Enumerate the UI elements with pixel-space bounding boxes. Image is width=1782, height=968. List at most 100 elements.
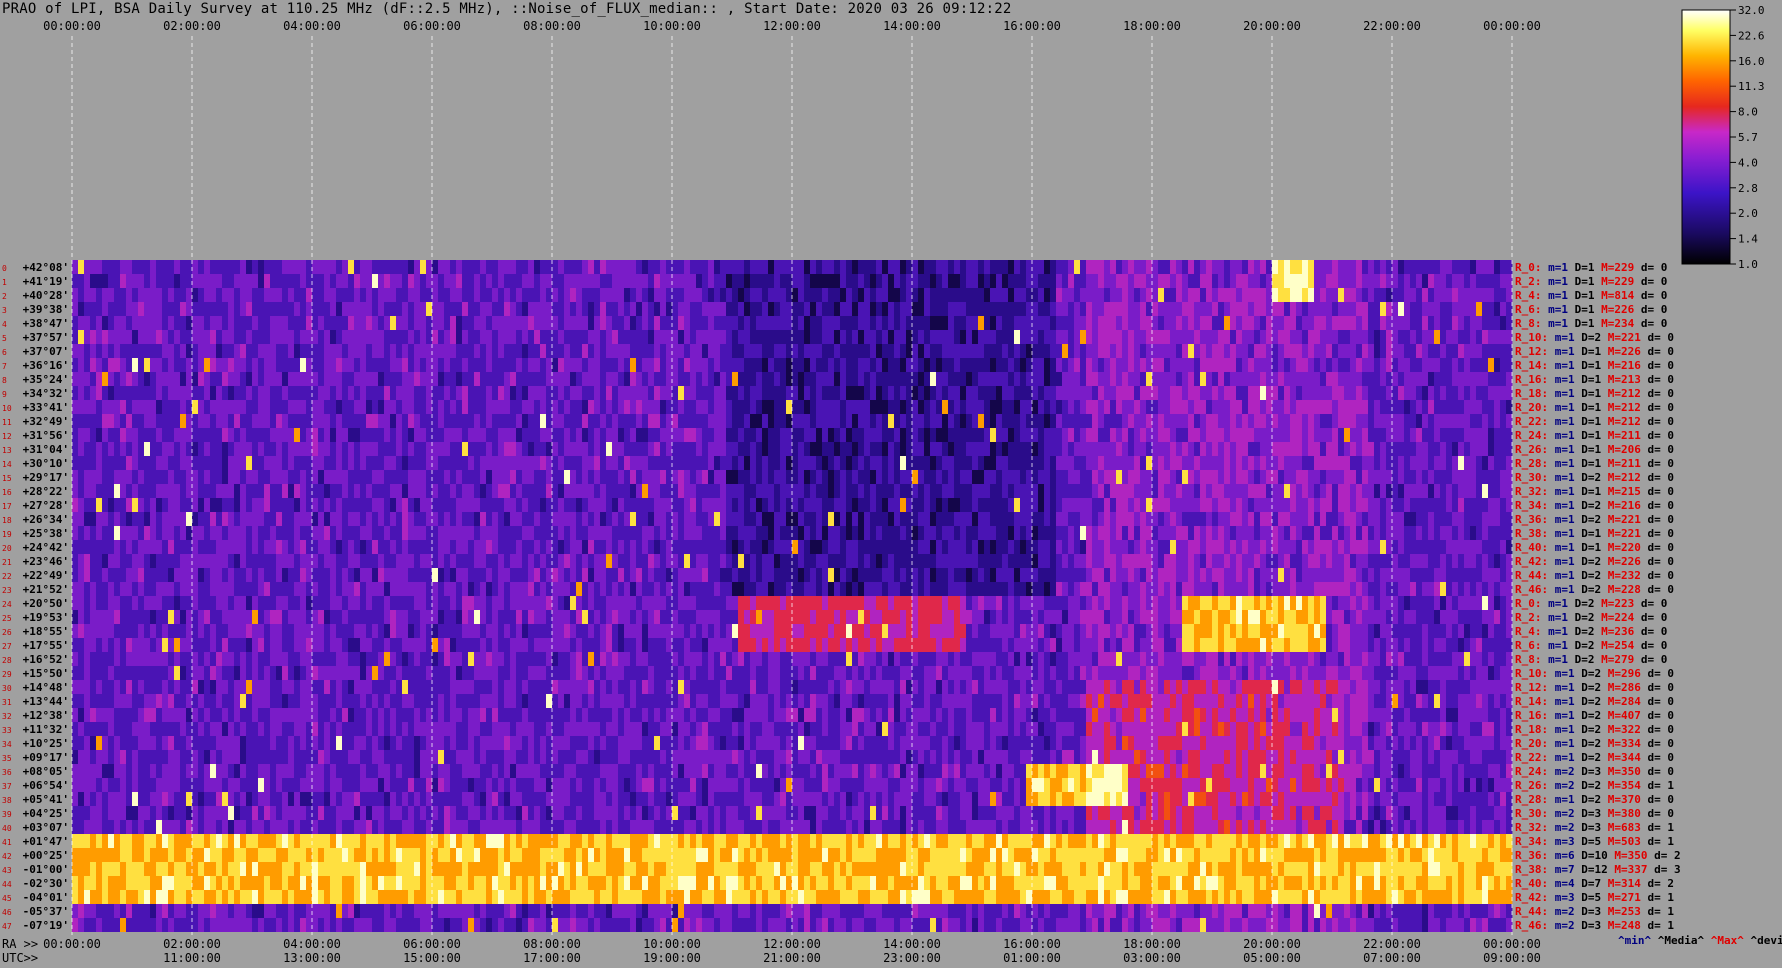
- heat-cell: [252, 372, 259, 386]
- heat-cell: [450, 456, 457, 470]
- heat-cell: [564, 288, 571, 302]
- heat-cell: [1206, 512, 1213, 526]
- heat-cell: [942, 512, 949, 526]
- heat-cell: [1110, 288, 1117, 302]
- heat-cell: [204, 386, 211, 400]
- heat-cell: [1032, 260, 1039, 274]
- heat-cell: [882, 484, 889, 498]
- heat-cell: [480, 330, 487, 344]
- heat-cell: [570, 526, 577, 540]
- heat-cell: [198, 260, 205, 274]
- heat-cell: [882, 414, 889, 428]
- heat-cell: [510, 498, 517, 512]
- heat-cell: [1296, 512, 1303, 526]
- heat-cell: [372, 498, 379, 512]
- heat-cell: [354, 330, 361, 344]
- heat-cell: [288, 302, 295, 316]
- heat-cell: [252, 330, 259, 344]
- heat-cell: [1482, 372, 1489, 386]
- heat-cell: [696, 344, 703, 358]
- heat-cell: [1236, 330, 1243, 344]
- heat-cell: [1212, 358, 1219, 372]
- heat-cell: [372, 386, 379, 400]
- heat-cell: [1302, 442, 1309, 456]
- heat-cell: [540, 372, 547, 386]
- heat-cell: [1272, 456, 1279, 470]
- heat-cell: [1224, 302, 1231, 316]
- heat-cell: [264, 386, 271, 400]
- heat-cell: [1008, 344, 1015, 358]
- heat-cell: [660, 288, 667, 302]
- heat-cell: [168, 400, 175, 414]
- heat-cell: [396, 386, 403, 400]
- heat-cell: [1050, 400, 1057, 414]
- heat-cell: [360, 428, 367, 442]
- heat-cell: [618, 414, 625, 428]
- heat-cell: [504, 526, 511, 540]
- heat-cell: [1134, 540, 1141, 554]
- heat-cell: [1464, 442, 1471, 456]
- heat-cell: [138, 428, 145, 442]
- heat-cell: [894, 358, 901, 372]
- heat-cell: [1182, 540, 1189, 554]
- heat-cell: [1266, 274, 1273, 288]
- heat-cell: [678, 400, 685, 414]
- heat-cell: [1146, 470, 1153, 484]
- heat-cell: [306, 302, 313, 316]
- heat-cell: [1218, 400, 1225, 414]
- heat-cell: [810, 316, 817, 330]
- heat-cell: [582, 316, 589, 330]
- heat-cell: [1152, 344, 1159, 358]
- heat-cell: [690, 498, 697, 512]
- heat-cell: [1260, 372, 1267, 386]
- heat-cell: [870, 484, 877, 498]
- heat-cell: [1428, 526, 1435, 540]
- heat-cell: [924, 260, 931, 274]
- heat-cell: [114, 302, 121, 316]
- heat-cell: [390, 386, 397, 400]
- heat-cell: [1350, 456, 1357, 470]
- heat-cell: [1494, 456, 1501, 470]
- heat-cell: [1464, 274, 1471, 288]
- heat-cell: [456, 526, 463, 540]
- heat-cell: [1182, 386, 1189, 400]
- heat-cell: [1464, 344, 1471, 358]
- heat-cell: [1212, 260, 1219, 274]
- heat-cell: [1368, 358, 1375, 372]
- heat-cell: [1488, 484, 1495, 498]
- heat-cell: [876, 484, 883, 498]
- heat-cell: [696, 414, 703, 428]
- heat-cell: [1410, 274, 1417, 288]
- heat-cell: [198, 540, 205, 554]
- heat-cell: [144, 484, 151, 498]
- heat-cell: [972, 526, 979, 540]
- heat-cell: [438, 414, 445, 428]
- heat-cell: [966, 526, 973, 540]
- heat-cell: [360, 372, 367, 386]
- heat-cell: [606, 274, 613, 288]
- heat-cell: [420, 274, 427, 288]
- heat-cell: [102, 484, 109, 498]
- heat-cell: [630, 316, 637, 330]
- heat-cell: [1134, 274, 1141, 288]
- heat-cell: [1368, 274, 1375, 288]
- heat-cell: [1368, 386, 1375, 400]
- heat-cell: [822, 372, 829, 386]
- heat-cell: [1434, 484, 1441, 498]
- heat-cell: [1506, 302, 1513, 316]
- heat-cell: [1182, 456, 1189, 470]
- heat-cell: [738, 260, 745, 274]
- heat-cell: [414, 428, 421, 442]
- heat-cell: [1170, 512, 1177, 526]
- heat-cell: [1050, 526, 1057, 540]
- heat-cell: [774, 316, 781, 330]
- heat-cell: [1380, 414, 1387, 428]
- heat-cell: [438, 484, 445, 498]
- heat-cell: [168, 442, 175, 456]
- heat-cell: [780, 386, 787, 400]
- heat-cell: [1302, 260, 1309, 274]
- heat-cell: [762, 302, 769, 316]
- heat-cell: [1350, 274, 1357, 288]
- heat-cell: [930, 512, 937, 526]
- heat-cell: [216, 274, 223, 288]
